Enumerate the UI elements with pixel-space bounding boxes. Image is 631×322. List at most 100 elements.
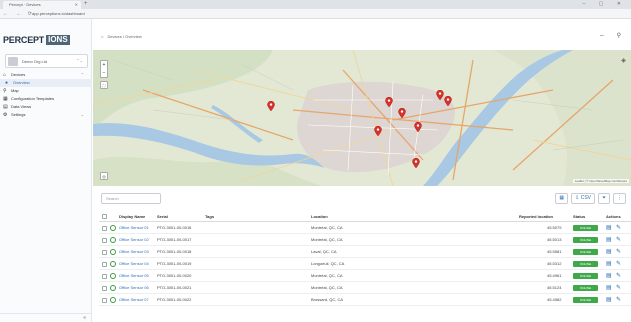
chart-icon[interactable]: ▤ <box>606 270 612 282</box>
window-controls[interactable]: – ▢ ✕ <box>583 0 627 9</box>
row-checkbox[interactable] <box>102 286 107 291</box>
map-pin-icon[interactable] <box>412 158 420 169</box>
device-serial: PTO-3001-00-0021 <box>157 285 192 290</box>
device-map[interactable]: + − ⛶ ◎ ◈ Leaflet | © OpenStreetMap cont… <box>93 50 631 186</box>
device-name-link[interactable]: Office Sensor 01 <box>119 222 149 234</box>
row-checkbox[interactable] <box>102 238 107 243</box>
address-bar: ← → ⟳ app.perceptions.io/dashboard <box>0 9 631 19</box>
home-icon[interactable]: ⌂ <box>101 34 103 39</box>
edit-icon[interactable]: ✎ <box>616 258 621 270</box>
sidebar-item-4[interactable]: ▤ Data Views <box>0 103 92 111</box>
zoom-in-button[interactable]: + <box>101 61 107 69</box>
edit-icon[interactable]: ✎ <box>616 270 621 282</box>
col-location[interactable]: Location <box>311 211 328 222</box>
device-status-icon <box>110 261 116 267</box>
edit-icon[interactable]: ✎ <box>616 282 621 294</box>
sidebar-item-2[interactable]: ⚲ Map <box>0 87 92 95</box>
col-reported-location[interactable]: Reported location <box>519 211 553 222</box>
table-tools: ▦ ⇩ CSV ⏷ ⋮ <box>555 193 626 204</box>
row-checkbox[interactable] <box>102 298 107 303</box>
device-name-link[interactable]: Office Sensor 07 <box>119 294 149 306</box>
device-status-icon <box>110 273 116 279</box>
sidebar-item-0[interactable]: ⌂ Devices ⌃ <box>0 71 92 79</box>
col-status[interactable]: Status <box>573 211 585 222</box>
device-name-link[interactable]: Office Sensor 03 <box>119 246 149 258</box>
breadcrumb-path[interactable]: Devices / Overview <box>108 34 142 39</box>
col-tags[interactable]: Tags <box>205 211 214 222</box>
browser-tab-title: Percept · Devices <box>9 2 41 7</box>
table-row[interactable]: Office Sensor 01 PTO-3001-00-0016 Montréal… <box>99 222 631 234</box>
device-serial: PTO-3001-00-0016 <box>157 225 192 230</box>
edit-icon[interactable]: ✎ <box>616 246 621 258</box>
filter-button[interactable]: ⏷ <box>597 193 610 204</box>
chart-icon[interactable]: ▤ <box>606 246 612 258</box>
map-pin-icon[interactable] <box>266 101 275 112</box>
locate-icon[interactable]: ◎ <box>100 172 108 180</box>
device-status-icon <box>110 237 116 243</box>
table-row[interactable]: Office Sensor 04 PTO-3001-00-0019 Longueui… <box>99 258 631 270</box>
collapse-sidebar-button[interactable]: « <box>83 315 86 321</box>
chart-icon[interactable]: ▤ <box>606 258 612 270</box>
row-checkbox[interactable] <box>102 274 107 279</box>
table-row[interactable]: Office Sensor 05 PTO-3001-00-0020 Montréal… <box>99 270 631 282</box>
devices-table: Display Name Serial Tags Location Report… <box>99 211 631 306</box>
table-row[interactable]: Office Sensor 03 PTO-3001-00-0018 Laval, Q… <box>99 246 631 258</box>
device-location: Longueuil, QC, CA <box>311 261 345 266</box>
gear-icon: ⚙ <box>3 112 8 118</box>
chart-icon[interactable]: ▤ <box>606 294 612 306</box>
col-serial[interactable]: Serial <box>157 211 168 222</box>
chart-icon[interactable]: ▤ <box>606 234 612 246</box>
chevron-icon: ⌃ <box>80 72 84 77</box>
app-logo[interactable]: PERCEPT IONS <box>3 34 70 45</box>
browser-nav-icons[interactable]: ← → ⟳ <box>3 10 35 18</box>
header-actions[interactable]: ⇔ ⚲ <box>599 32 626 39</box>
device-name-link[interactable]: Office Sensor 05 <box>119 270 149 282</box>
chart-icon[interactable]: ▤ <box>606 222 612 234</box>
export-csv-button[interactable]: ⇩ CSV <box>571 193 595 204</box>
device-name-link[interactable]: Office Sensor 02 <box>119 234 149 246</box>
row-checkbox[interactable] <box>102 262 107 267</box>
layers-icon[interactable]: ◈ <box>619 57 628 66</box>
map-pin-icon[interactable] <box>414 121 423 132</box>
status-badge: ONLINE <box>573 261 598 267</box>
sidebar-item-3[interactable]: ▦ Configuration Templates <box>0 95 92 103</box>
table-row[interactable]: Office Sensor 06 PTO-3001-00-0021 Montréal… <box>99 282 631 294</box>
sidebar-item-1[interactable]: ● Overview <box>0 79 92 87</box>
new-tab-button[interactable]: + <box>84 1 88 8</box>
sidebar-item-label: Data Views <box>11 104 32 109</box>
map-pin-icon[interactable] <box>436 90 444 101</box>
chevron-updown-icon: ⌃⌄ <box>76 58 83 63</box>
account-switcher[interactable]: Demo Org Ltd ⌃⌄ <box>5 54 88 68</box>
map-pin-icon[interactable] <box>385 97 393 108</box>
device-status-icon <box>110 285 116 291</box>
edit-icon[interactable]: ✎ <box>616 294 621 306</box>
device-location: Montréal, QC, CA <box>311 225 343 230</box>
device-name-link[interactable]: Office Sensor 04 <box>119 258 149 270</box>
browser-tab[interactable]: Percept · Devices ✕ <box>3 1 81 9</box>
sidebar-item-5[interactable]: ⚙ Settings ⌄ <box>0 111 92 119</box>
map-pin-icon[interactable] <box>444 95 452 106</box>
map-pin-icon[interactable] <box>398 108 407 118</box>
close-tab-icon[interactable]: ✕ <box>75 1 78 9</box>
map-pin-icon[interactable] <box>374 125 382 136</box>
view-toggle-button[interactable]: ▦ <box>555 193 569 204</box>
row-checkbox[interactable] <box>102 250 107 255</box>
logo-text-primary: PERCEPT <box>3 34 45 45</box>
zoom-out-button[interactable]: − <box>101 69 107 77</box>
fullscreen-button[interactable]: ⛶ <box>100 81 108 89</box>
url-field[interactable]: app.perceptions.io/dashboard <box>32 11 102 17</box>
col-display-name[interactable]: Display Name <box>119 211 145 222</box>
table-row[interactable]: Office Sensor 07 PTO-3001-00-0022 Brossard… <box>99 294 631 306</box>
edit-icon[interactable]: ✎ <box>616 222 621 234</box>
device-serial: PTO-3001-00-0019 <box>157 261 192 266</box>
search-input[interactable]: Search <box>101 193 161 204</box>
row-checkbox[interactable] <box>102 226 107 231</box>
edit-icon[interactable]: ✎ <box>616 234 621 246</box>
more-options-button[interactable]: ⋮ <box>613 193 626 204</box>
chevron-icon: ⌄ <box>80 112 84 117</box>
chart-icon[interactable]: ▤ <box>606 282 612 294</box>
device-name-link[interactable]: Office Sensor 06 <box>119 282 149 294</box>
table-row[interactable]: Office Sensor 02 PTO-3001-00-0017 Montréal… <box>99 234 631 246</box>
select-all-checkbox[interactable] <box>102 214 107 219</box>
chip-icon: ⌂ <box>3 72 7 78</box>
